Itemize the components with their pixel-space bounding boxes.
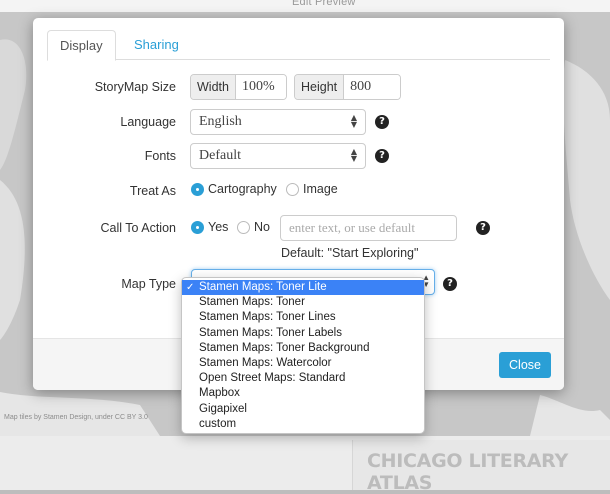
storymap-size-row: StoryMap Size Width 100% Height 800 [33,73,564,101]
cta-default-hint: Default: "Start Exploring" [281,246,419,260]
call-to-action-label: Call To Action [100,221,176,235]
call-to-action-row: Call To Action Yes No enter text, or use… [33,214,564,260]
dropdown-option[interactable]: Stamen Maps: Watercolor [182,356,424,371]
fonts-value: Default [199,148,241,163]
storymap-size-label: StoryMap Size [94,80,176,94]
help-icon[interactable]: ? [375,149,389,163]
radio-checked-icon [191,182,204,196]
language-value: English [199,114,242,129]
close-button[interactable]: Close [499,352,551,378]
dropdown-option[interactable]: ✓ Stamen Maps: Toner Lite [182,280,424,296]
select-arrows-icon: ▲ ▼ [350,113,357,129]
radio-image[interactable]: Image [286,182,338,196]
dropdown-option[interactable]: Stamen Maps: Toner Labels [182,326,424,341]
dropdown-option[interactable]: Stamen Maps: Toner [182,295,424,310]
dropdown-option[interactable]: Mapbox [182,386,424,401]
cta-text-input[interactable]: enter text, or use default [280,215,457,241]
radio-image-label: Image [303,182,338,196]
language-row: Language English ▲ ▼ ? [33,108,564,136]
background-topbar: Edit Preview [0,0,610,12]
help-icon[interactable]: ? [476,221,490,235]
treat-as-row: Treat As Cartography Image [33,178,564,206]
radio-unchecked-icon [286,182,299,196]
radio-cta-yes-label: Yes [208,220,229,234]
background-tabs: Edit Preview [292,0,356,8]
height-addon: Height [295,75,345,99]
radio-cta-no-label: No [254,220,270,234]
language-select[interactable]: English ▲ ▼ [190,109,366,135]
width-input[interactable]: 100% [235,75,286,99]
tab-display[interactable]: Display [47,30,116,61]
help-icon[interactable]: ? [375,115,389,129]
dropdown-option[interactable]: Open Street Maps: Standard [182,371,424,386]
treat-as-label: Treat As [129,184,176,198]
radio-checked-icon [191,220,204,234]
map-attribution: Map tiles by Stamen Design, under CC BY … [4,414,148,421]
map-type-label: Map Type [121,277,176,291]
width-addon: Width [191,75,236,99]
atlas-title: CHICAGO LITERARY ATLAS [352,440,610,494]
radio-unchecked-icon [237,220,250,234]
radio-cartography-label: Cartography [208,182,277,196]
radio-cta-no[interactable]: No [237,220,270,234]
select-arrows-icon: ▲ ▼ [350,147,357,163]
radio-cta-yes[interactable]: Yes [191,220,228,234]
fonts-row: Fonts Default ▲ ▼ ? [33,142,564,170]
height-group: Height 800 [294,74,401,100]
fonts-select[interactable]: Default ▲ ▼ [190,143,366,169]
help-icon[interactable]: ? [443,277,457,291]
height-input[interactable]: 800 [344,75,400,99]
radio-cartography[interactable]: Cartography [191,182,277,196]
check-icon: ✓ [186,282,195,293]
map-type-dropdown: ✓ Stamen Maps: Toner Lite Stamen Maps: To… [181,277,425,434]
fonts-label: Fonts [144,149,176,163]
tab-sharing[interactable]: Sharing [122,30,191,61]
dropdown-option[interactable]: Gigapixel [182,402,424,417]
dropdown-option[interactable]: custom [182,417,424,432]
tab-bar: Display Sharing [47,30,550,61]
dropdown-option[interactable]: Stamen Maps: Toner Lines [182,310,424,325]
language-label: Language [120,115,176,129]
dropdown-option[interactable]: Stamen Maps: Toner Background [182,341,424,356]
width-group: Width 100% [190,74,287,100]
